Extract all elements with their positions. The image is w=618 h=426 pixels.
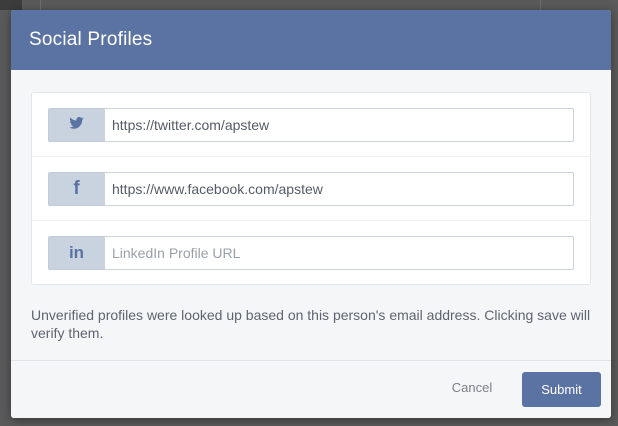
profile-row-twitter (32, 93, 590, 157)
modal-body: f in Unverified profiles were looked up … (11, 70, 611, 342)
facebook-url-input[interactable] (104, 171, 574, 206)
background-divider (540, 0, 541, 10)
social-profiles-modal: Social Profiles https://twitter.com/apst… (11, 10, 611, 418)
background-strip (0, 418, 618, 426)
facebook-icon-box: f (48, 171, 104, 206)
background-panel (0, 0, 22, 10)
twitter-url-input[interactable] (104, 107, 574, 142)
facebook-f-icon: f (73, 178, 80, 199)
facebook-input-group: f (48, 171, 574, 206)
modal-header: Social Profiles (11, 10, 611, 70)
modal-title: Social Profiles (29, 29, 153, 50)
profile-row-linkedin: in (32, 221, 590, 284)
cancel-button[interactable]: Cancel (442, 380, 502, 395)
twitter-icon-box (48, 107, 104, 142)
modal-footer: Cancel Submit (11, 360, 611, 418)
unverified-info-text: Unverified profiles were looked up based… (31, 307, 591, 341)
background-divider (40, 0, 41, 10)
twitter-input-group (48, 107, 574, 142)
submit-button[interactable]: Submit (522, 372, 601, 407)
profile-row-facebook: f (32, 157, 590, 221)
linkedin-url-input[interactable] (104, 235, 574, 270)
linkedin-icon-box: in (48, 235, 104, 270)
profiles-card: f in (31, 92, 591, 285)
twitter-bird-icon (69, 116, 84, 134)
linkedin-in-icon: in (68, 243, 85, 262)
linkedin-input-group: in (48, 235, 574, 270)
